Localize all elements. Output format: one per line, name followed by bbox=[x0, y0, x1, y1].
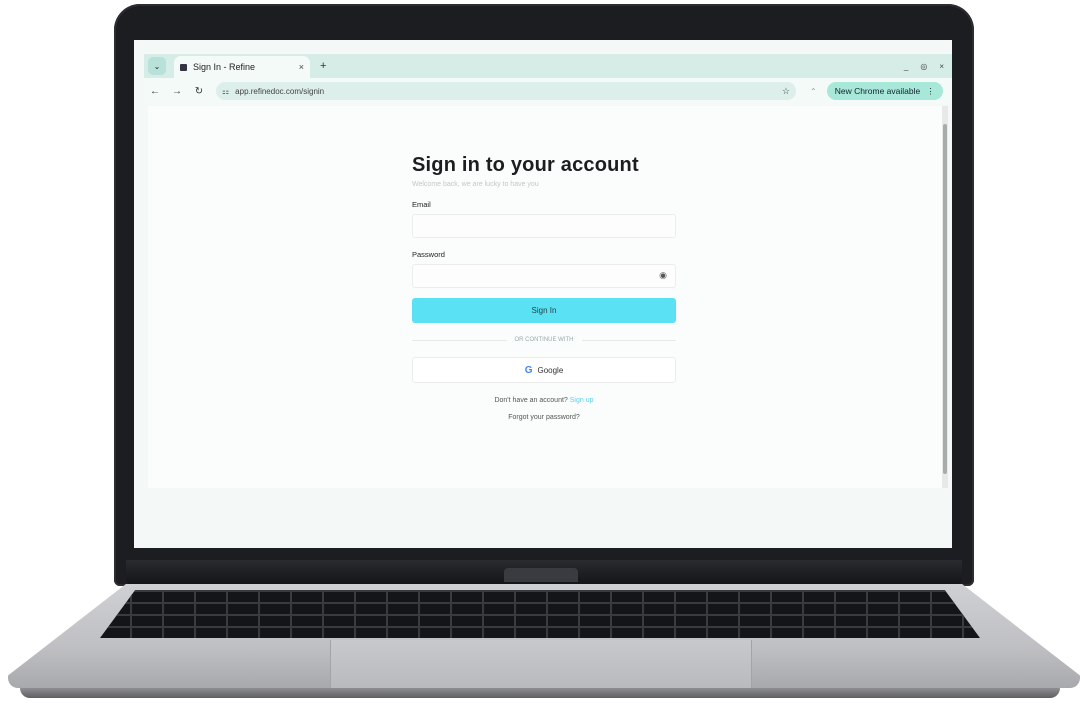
url-text: app.refinedoc.com/signin bbox=[235, 86, 325, 96]
tab-title: Sign In - Refine bbox=[193, 62, 256, 72]
favicon-icon bbox=[180, 63, 187, 71]
google-icon: G bbox=[524, 364, 533, 376]
keyboard bbox=[100, 590, 980, 638]
site-info-icon[interactable]: ⚏ bbox=[222, 87, 229, 96]
scrollbar-thumb[interactable] bbox=[943, 124, 947, 474]
laptop-notch bbox=[504, 568, 578, 582]
update-chrome-button[interactable]: New Chrome available ⋮ bbox=[826, 82, 943, 100]
divider-line-right bbox=[581, 339, 676, 341]
divider-text: OR CONTINUE WITH bbox=[514, 337, 574, 343]
trackpad bbox=[330, 640, 752, 689]
tab-search-icon[interactable]: ⌄ bbox=[148, 57, 166, 75]
forgot-password-link[interactable]: Forgot your password? bbox=[412, 414, 676, 421]
page-subtitle: Welcome back, we are lucky to have you bbox=[412, 181, 539, 188]
forward-icon[interactable]: → bbox=[166, 86, 188, 97]
laptop-screen: ⌄ Sign In - Refine × + _ ◎ × ← → ↻ ⚏ app… bbox=[134, 40, 952, 548]
divider-line-left bbox=[412, 339, 507, 341]
maximize-icon[interactable]: ◎ bbox=[920, 62, 927, 71]
or-divider: OR CONTINUE WITH bbox=[412, 337, 676, 343]
show-password-icon[interactable]: ◉ bbox=[659, 270, 667, 281]
email-label: Email bbox=[412, 200, 431, 209]
google-label: Google bbox=[537, 365, 564, 375]
scrollbar[interactable] bbox=[942, 106, 948, 488]
sign-in-button[interactable]: Sign In bbox=[412, 298, 676, 323]
tab-close-icon[interactable]: × bbox=[299, 62, 304, 72]
email-field[interactable] bbox=[412, 214, 676, 238]
reload-icon[interactable]: ↻ bbox=[188, 86, 210, 97]
close-window-icon[interactable]: × bbox=[939, 62, 944, 71]
profile-icon[interactable]: ⌃ bbox=[810, 87, 817, 96]
address-bar[interactable]: ⚏ app.refinedoc.com/signin ☆ bbox=[216, 82, 796, 100]
no-account-text: Don't have an account? bbox=[494, 397, 568, 404]
tab-active[interactable]: Sign In - Refine × bbox=[174, 56, 310, 78]
tab-strip: ⌄ Sign In - Refine × + _ ◎ × bbox=[144, 54, 952, 78]
password-field[interactable]: ◉ bbox=[412, 264, 676, 288]
window-controls: _ ◎ × bbox=[904, 62, 944, 71]
toolbar: ← → ↻ ⚏ app.refinedoc.com/signin ☆ ⌃ New… bbox=[144, 78, 952, 104]
minimize-icon[interactable]: _ bbox=[904, 62, 908, 71]
back-icon[interactable]: ← bbox=[144, 86, 166, 97]
page-viewport: Sign in to your account Welcome back, we… bbox=[148, 106, 942, 488]
laptop-base-edge bbox=[20, 688, 1060, 698]
new-tab-icon[interactable]: + bbox=[320, 60, 326, 72]
menu-dots-icon: ⋮ bbox=[926, 85, 935, 96]
bookmark-star-icon[interactable]: ☆ bbox=[782, 86, 790, 97]
signup-prompt: Don't have an account? Sign up bbox=[412, 397, 676, 404]
password-label: Password bbox=[412, 250, 445, 259]
google-signin-button[interactable]: G Google bbox=[412, 357, 676, 383]
signup-link[interactable]: Sign up bbox=[570, 397, 594, 404]
signin-form: Sign in to your account Welcome back, we… bbox=[412, 154, 676, 421]
update-label: New Chrome available bbox=[834, 86, 921, 96]
page-title: Sign in to your account bbox=[412, 154, 639, 176]
